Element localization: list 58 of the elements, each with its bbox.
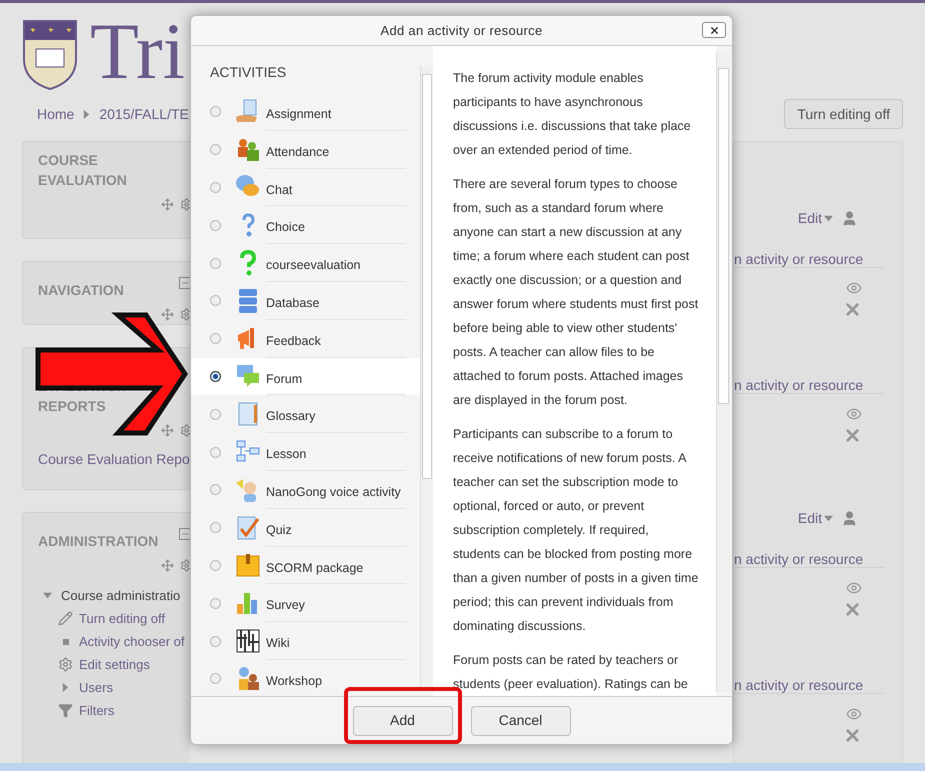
tree-item[interactable]: Users [79,678,113,698]
dialog-button[interactable]: Add [352,706,452,736]
activity-label: Database [266,295,320,312]
edit-menu[interactable]: Edit [798,508,822,528]
activity-label: Glossary [266,408,316,426]
add-activity-link[interactable]: n activity or resource [734,377,864,393]
activity-label: Assignment [266,106,332,124]
description-paragraph: Participants can subscribe to a forum to receive notifications of new forum posts. A teacher can set the subscription mode to optional, forced or auto, or prevent subscription completely. If required, students can be blocked from posting more than a given number of posts in a given time period; this can prevent individuals from dominating discussions. [453,426,699,635]
activity-label: Forum [266,370,302,388]
dialog-title: Add an activity or resource [380,22,542,40]
tree-item[interactable]: Edit settings [79,654,150,674]
activity-option[interactable]: Assignment [191,93,420,131]
description-paragraph: There are several forum types to choose from, such as a standard forum where anyone can start a new discussion at any time; a forum where each student can post exactly one discussion; or a question and answer forum where students must first post before being able to view other students' posts. A teacher can allow files to be attached to forum posts. Attached images are displayed in the forum post. [453,176,699,409]
block-link[interactable]: Course Evaluation Repo [38,449,190,470]
add-activity-link[interactable]: n activity or resource [734,551,864,567]
turn-editing-off-button[interactable]: Turn editing off [784,99,903,129]
add-activity-link[interactable]: n activity or resource [734,677,864,693]
breadcrumb-link[interactable]: 2015/FALL/TE [99,104,189,124]
add-activity-link[interactable]: n activity or resource [734,251,864,267]
activity-label: courseevaluation [266,257,361,274]
activity-label: Lesson [266,446,306,464]
tree-item[interactable]: Turn editing off [79,608,165,628]
description-paragraph: The forum activity module enables participants to have asynchronous discussions i.e. discussions that take place over an extended period of time. [453,70,692,159]
activity-label: Wiki [266,635,290,652]
site-title: Tri [90,7,185,97]
activity-label: SCORM package [266,560,364,577]
block-title: ADMINISTRATION [38,532,160,551]
activity-option[interactable]: Glossary [191,395,420,434]
description-paragraph: Forum posts can be rated by teachers or students (peer evaluation). Ratings can be [453,652,689,693]
activity-option[interactable]: Choice [191,206,420,244]
activity-label: Attendance [266,144,330,161]
activity-label: Workshop [266,673,322,690]
dialog-button[interactable]: Cancel [470,706,570,736]
breadcrumb-link[interactable]: Home [37,104,74,124]
activity-label: Survey [266,597,305,614]
list-heading: ACTIVITIES [209,63,288,82]
tree-item[interactable]: Filters [79,700,114,720]
tree-item[interactable]: Course administratio [61,586,180,606]
edit-menu[interactable]: Edit [798,208,822,228]
activity-label: Chat [266,182,292,199]
activity-option[interactable]: Lesson [191,433,420,471]
activity-label: Feedback [266,332,321,350]
activity-label: Quiz [266,522,292,539]
activity-option[interactable]: SCORM package [191,546,420,584]
block-title: NAVIGATION [38,281,125,300]
activity-option[interactable]: Chat [191,168,420,206]
activity-option[interactable]: Attendance [191,130,420,169]
tree-item[interactable]: Activity chooser of [79,632,184,652]
activity-option[interactable]: Quiz [191,508,420,547]
block-title: COURSE EVALUATION [38,151,128,190]
activity-option[interactable]: courseevaluation [191,244,420,282]
activity-label: Choice [266,219,305,236]
activity-option[interactable]: NanoGong voice activity [191,470,420,509]
activity-label: NanoGong voice activity [266,484,401,502]
activity-option[interactable]: Database [191,282,420,320]
activity-option[interactable]: Forum [191,358,420,396]
activity-option[interactable]: Wiki [191,622,420,660]
activity-option[interactable]: Survey [191,584,420,622]
